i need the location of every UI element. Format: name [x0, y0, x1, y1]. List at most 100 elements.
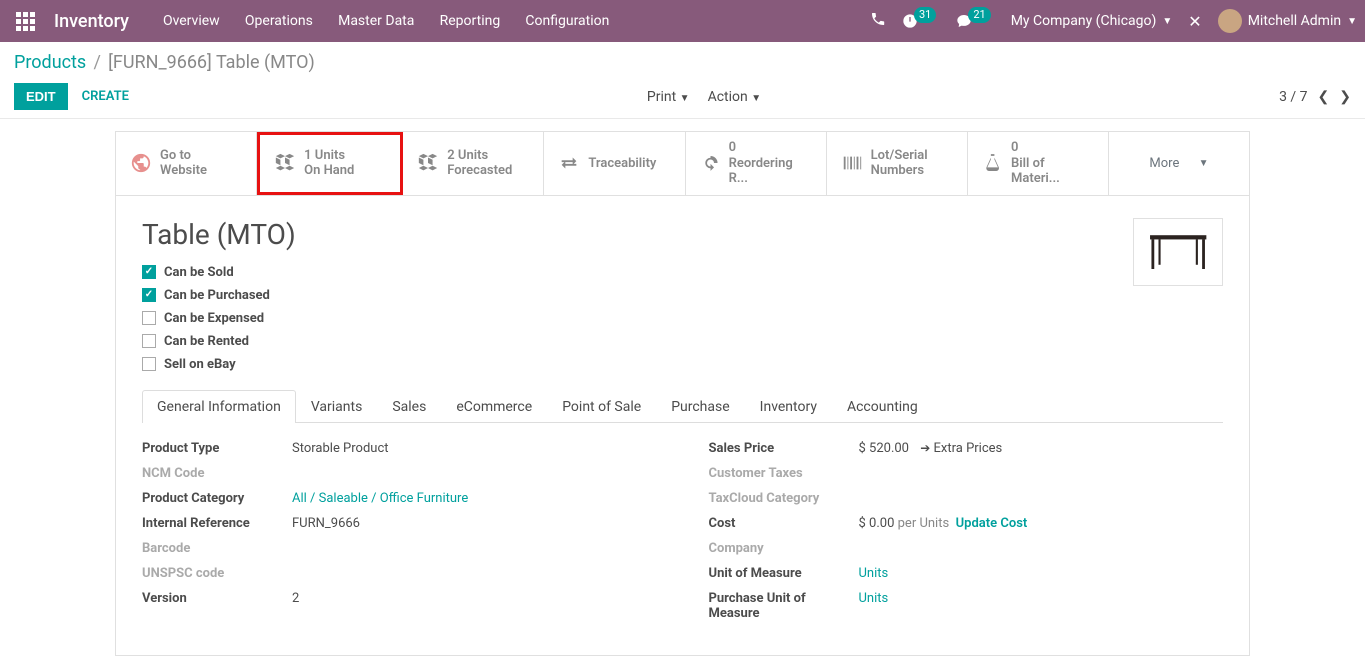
tab-purchase[interactable]: Purchase — [656, 390, 744, 423]
stat-forecast[interactable]: 2 UnitsForecasted — [403, 132, 544, 195]
pager-next-icon[interactable]: ❯ — [1339, 89, 1351, 105]
flask-icon — [982, 152, 1003, 174]
lbl-company: Company — [709, 541, 859, 556]
lbl-cost: Cost — [709, 516, 859, 531]
pager: 3 / 7 ❮ ❯ — [1279, 89, 1351, 105]
activities-icon[interactable]: 31 — [902, 13, 940, 29]
messages-badge: 21 — [968, 7, 990, 23]
val-cust-taxes — [859, 466, 1224, 481]
tab-ecommerce[interactable]: eCommerce — [441, 390, 547, 423]
lbl-category: Product Category — [142, 491, 292, 506]
menu-overview[interactable]: Overview — [163, 13, 220, 29]
val-uom[interactable]: Units — [859, 566, 889, 581]
val-unspsc — [292, 566, 657, 581]
val-category[interactable]: All / Saleable / Office Furniture — [292, 491, 468, 506]
avatar — [1218, 9, 1242, 33]
menu-reporting[interactable]: Reporting — [440, 13, 501, 29]
stat-lot-serial[interactable]: Lot/SerialNumbers — [827, 132, 968, 195]
lbl-ncm: NCM Code — [142, 466, 292, 481]
val-barcode — [292, 541, 657, 556]
chk-sold[interactable] — [142, 265, 156, 279]
arrow-icon: ➔ — [920, 441, 930, 455]
create-button[interactable]: CREATE — [82, 89, 129, 104]
menu-master-data[interactable]: Master Data — [338, 13, 414, 29]
menu-operations[interactable]: Operations — [245, 13, 313, 29]
activities-badge: 31 — [914, 7, 936, 23]
caret-icon: ▼ — [1199, 158, 1209, 169]
update-cost-link[interactable]: Update Cost — [956, 516, 1028, 531]
barcode-icon — [841, 152, 863, 174]
breadcrumb-root[interactable]: Products — [14, 52, 86, 73]
chk-purchased-label: Can be Purchased — [164, 288, 270, 303]
action-dropdown[interactable]: Action ▼ — [708, 89, 762, 105]
breadcrumb-current: [FURN_9666] Table (MTO) — [108, 52, 315, 73]
chk-purchased[interactable] — [142, 288, 156, 302]
chk-expensed[interactable] — [142, 311, 156, 325]
product-title: Table (MTO) — [142, 218, 296, 251]
stat-more[interactable]: More ▼ — [1109, 132, 1249, 195]
messages-icon[interactable]: 21 — [956, 13, 994, 29]
pager-prev-icon[interactable]: ❮ — [1318, 89, 1330, 105]
boxes-icon — [417, 152, 439, 174]
company-switcher[interactable]: My Company (Chicago) ▼ — [1011, 13, 1173, 29]
lbl-cust-taxes: Customer Taxes — [709, 466, 859, 481]
breadcrumb: Products / [FURN_9666] Table (MTO) — [0, 42, 1365, 73]
apps-icon[interactable] — [14, 10, 36, 32]
stat-traceability[interactable]: Traceability — [544, 132, 685, 195]
lbl-uom: Unit of Measure — [709, 566, 859, 581]
tab-variants[interactable]: Variants — [296, 390, 378, 423]
chk-rented[interactable] — [142, 334, 156, 348]
pager-text: 3 / 7 — [1279, 89, 1307, 105]
product-image[interactable] — [1133, 218, 1223, 286]
tab-inventory[interactable]: Inventory — [745, 390, 832, 423]
user-menu[interactable]: Mitchell Admin ▼ — [1218, 9, 1357, 33]
globe-icon — [130, 152, 152, 174]
app-title[interactable]: Inventory — [54, 11, 129, 32]
caret-icon: ▼ — [751, 93, 761, 104]
form-sheet: Go toWebsite 1 UnitsOn Hand 2 UnitsForec… — [115, 131, 1250, 656]
stat-bom[interactable]: 0Bill of Materi... — [968, 132, 1109, 195]
chk-expensed-label: Can be Expensed — [164, 311, 264, 326]
caret-icon: ▼ — [1347, 16, 1357, 27]
phone-icon[interactable] — [870, 11, 886, 31]
refresh-icon — [700, 152, 721, 174]
chk-sold-label: Can be Sold — [164, 265, 234, 280]
val-internal-ref: FURN_9666 — [292, 516, 657, 531]
tab-accounting[interactable]: Accounting — [832, 390, 933, 423]
val-company — [859, 541, 1224, 556]
tab-general-content: Product TypeStorable Product NCM Code Pr… — [142, 423, 1223, 631]
tab-sales[interactable]: Sales — [377, 390, 441, 423]
extra-prices-link[interactable]: ➔ Extra Prices — [920, 441, 1002, 456]
topbar: Inventory Overview Operations Master Dat… — [0, 0, 1365, 42]
stat-website[interactable]: Go toWebsite — [116, 132, 257, 195]
val-product-type: Storable Product — [292, 441, 657, 456]
lbl-taxcloud: TaxCloud Category — [709, 491, 859, 506]
lbl-sales-price: Sales Price — [709, 441, 859, 456]
menu-configuration[interactable]: Configuration — [525, 13, 609, 29]
lbl-barcode: Barcode — [142, 541, 292, 556]
tab-pos[interactable]: Point of Sale — [547, 390, 656, 423]
chk-ebay-label: Sell on eBay — [164, 357, 236, 372]
val-taxcloud — [859, 491, 1224, 506]
boxes-icon — [274, 152, 296, 174]
caret-icon: ▼ — [680, 93, 690, 104]
lbl-puom: Purchase Unit of Measure — [709, 591, 859, 621]
print-dropdown[interactable]: Print ▼ — [647, 89, 690, 105]
edit-button[interactable]: EDIT — [14, 83, 68, 110]
stat-onhand[interactable]: 1 UnitsOn Hand — [257, 132, 403, 195]
val-ncm — [292, 466, 657, 481]
chk-ebay[interactable] — [142, 357, 156, 371]
val-puom[interactable]: Units — [859, 591, 889, 606]
user-label: Mitchell Admin — [1248, 13, 1341, 29]
lbl-product-type: Product Type — [142, 441, 292, 456]
close-icon[interactable]: ✕ — [1188, 12, 1201, 31]
lbl-internal-ref: Internal Reference — [142, 516, 292, 531]
stat-reordering[interactable]: 0Reordering R... — [686, 132, 827, 195]
control-bar: EDIT CREATE Print ▼ Action ▼ 3 / 7 ❮ ❯ — [0, 73, 1365, 119]
val-cost: $ 0.00 — [859, 516, 895, 531]
table-icon — [1143, 225, 1213, 278]
exchange-icon — [558, 152, 580, 174]
tab-general[interactable]: General Information — [142, 390, 296, 423]
lbl-unspsc: UNSPSC code — [142, 566, 292, 581]
stat-buttons: Go toWebsite 1 UnitsOn Hand 2 UnitsForec… — [116, 132, 1249, 196]
